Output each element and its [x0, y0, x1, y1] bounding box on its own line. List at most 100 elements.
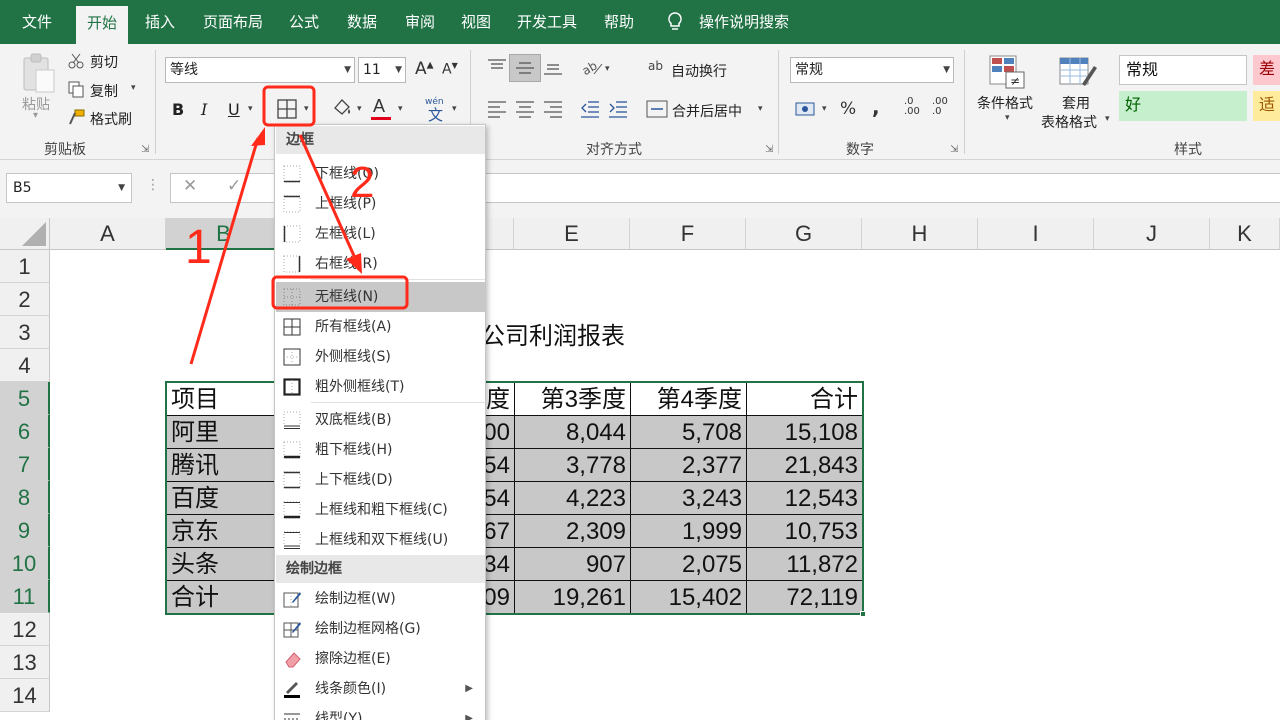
table-cell[interactable]: 腾讯: [166, 450, 282, 481]
column-header-A[interactable]: A: [50, 218, 166, 250]
fill-color-icon[interactable]: [330, 96, 352, 120]
table-cell[interactable]: 合计: [166, 582, 282, 613]
bold-button[interactable]: B: [172, 100, 184, 119]
row-header-8[interactable]: 8: [0, 481, 50, 514]
align-right-icon[interactable]: [543, 100, 563, 118]
wrap-text-button[interactable]: 自动换行: [671, 61, 727, 81]
table-cell[interactable]: 19,261: [514, 582, 630, 613]
table-cell[interactable]: 3,778: [514, 450, 630, 481]
font-size-select[interactable]: 11 ▼: [358, 57, 406, 83]
column-header-G[interactable]: G: [746, 218, 862, 250]
table-cell[interactable]: 2,377: [630, 450, 746, 481]
row-header-12[interactable]: 12: [0, 613, 50, 646]
border-dropdown-icon[interactable]: ▾: [304, 104, 309, 114]
column-header-I[interactable]: I: [978, 218, 1094, 250]
table-cell[interactable]: 4,223: [514, 483, 630, 514]
align-bottom-icon[interactable]: [543, 58, 563, 76]
row-header-9[interactable]: 9: [0, 514, 50, 547]
menu-item-all-borders[interactable]: 所有框线(A): [276, 312, 485, 342]
menu-item-draw-border-grid[interactable]: 绘制边框网格(G): [276, 614, 485, 644]
row-header-3[interactable]: 3: [0, 316, 50, 349]
menu-item-draw-border[interactable]: 绘制边框(W): [276, 584, 485, 614]
row-header-1[interactable]: 1: [0, 250, 50, 283]
table-cell[interactable]: 21,843: [746, 450, 862, 481]
menu-item-outside-borders[interactable]: 外侧框线(S): [276, 342, 485, 372]
row-header-10[interactable]: 10: [0, 547, 50, 580]
table-cell[interactable]: 10,753: [746, 516, 862, 547]
border-button-icon[interactable]: [276, 98, 298, 120]
underline-dropdown-icon[interactable]: ▾: [248, 104, 253, 114]
decrease-indent-icon[interactable]: [580, 100, 600, 118]
decrease-decimal-icon[interactable]: .00.0: [932, 97, 948, 117]
clipboard-launcher-icon[interactable]: ⇲: [141, 144, 149, 155]
table-cell[interactable]: 12,543: [746, 483, 862, 514]
table-cell[interactable]: 京东: [166, 516, 282, 547]
cancel-icon[interactable]: ✕: [183, 176, 197, 196]
row-header-4[interactable]: 4: [0, 349, 50, 382]
tab-file[interactable]: 文件: [10, 0, 64, 44]
select-all-corner[interactable]: [0, 218, 50, 250]
tab-view[interactable]: 视图: [452, 0, 500, 44]
format-as-table-label-1[interactable]: 套用: [1062, 93, 1090, 113]
table-cell[interactable]: 72,119: [746, 582, 862, 613]
copy-button[interactable]: 复制: [90, 81, 118, 101]
tab-page-layout[interactable]: 页面布局: [196, 0, 270, 44]
menu-item-top-bottom-border[interactable]: 上下框线(D): [276, 465, 485, 495]
row-header-7[interactable]: 7: [0, 448, 50, 481]
row-header-5[interactable]: 5: [0, 382, 50, 415]
menu-item-border-top[interactable]: 上框线(P): [276, 189, 485, 219]
column-header-E[interactable]: E: [514, 218, 630, 250]
menu-item-line-style[interactable]: 线型(Y) ▶: [276, 704, 485, 720]
table-cell[interactable]: 百度: [166, 483, 282, 514]
fill-color-dropdown-icon[interactable]: ▾: [357, 104, 362, 114]
table-cell[interactable]: 15,402: [630, 582, 746, 613]
number-launcher-icon[interactable]: ⇲: [950, 144, 958, 155]
menu-item-bottom-double-border[interactable]: 双底框线(B): [276, 405, 485, 435]
table-cell[interactable]: 907: [514, 549, 630, 580]
font-color-icon[interactable]: A: [373, 96, 385, 117]
table-header-cell[interactable]: 合计: [746, 384, 862, 415]
row-header-2[interactable]: 2: [0, 283, 50, 316]
tab-insert[interactable]: 插入: [136, 0, 184, 44]
tab-formulas[interactable]: 公式: [280, 0, 328, 44]
phonetic-dropdown-icon[interactable]: ▾: [452, 104, 457, 114]
orientation-dropdown-icon[interactable]: ▾: [605, 64, 610, 74]
name-box[interactable]: B5 ▼: [6, 173, 132, 203]
table-cell[interactable]: 头条: [166, 549, 282, 580]
column-header-H[interactable]: H: [862, 218, 978, 250]
enter-icon[interactable]: ✓: [227, 176, 241, 196]
menu-item-top-double-bottom-border[interactable]: 上框线和双下框线(U): [276, 525, 485, 555]
percent-button[interactable]: %: [840, 99, 856, 119]
menu-item-line-color[interactable]: 线条颜色(I) ▶: [276, 674, 485, 704]
tab-home[interactable]: 开始: [76, 6, 128, 44]
menu-item-eraser[interactable]: 擦除边框(E): [276, 644, 485, 674]
table-cell[interactable]: 11,872: [746, 549, 862, 580]
table-cell[interactable]: 2,309: [514, 516, 630, 547]
table-cell[interactable]: 3,243: [630, 483, 746, 514]
style-good[interactable]: 好: [1119, 91, 1247, 121]
orientation-icon[interactable]: ab: [580, 56, 606, 78]
row-header-13[interactable]: 13: [0, 646, 50, 679]
column-header-J[interactable]: J: [1094, 218, 1210, 250]
align-left-icon[interactable]: [487, 100, 507, 118]
increase-indent-icon[interactable]: [608, 100, 628, 118]
paste-icon[interactable]: [20, 52, 56, 94]
format-as-table-button[interactable]: 表格格式: [1041, 112, 1097, 132]
row-header-11[interactable]: 11: [0, 580, 50, 613]
merge-dropdown-icon[interactable]: ▾: [758, 104, 763, 114]
column-header-K[interactable]: K: [1210, 218, 1280, 250]
table-cell[interactable]: 阿里: [166, 417, 282, 448]
tab-developer[interactable]: 开发工具: [508, 0, 586, 44]
menu-item-thick-outside-borders[interactable]: 粗外侧框线(T): [276, 372, 485, 402]
row-header-6[interactable]: 6: [0, 415, 50, 448]
table-header-cell[interactable]: 第3季度: [514, 384, 630, 415]
menu-item-border-right[interactable]: 右框线(R): [276, 249, 485, 279]
font-color-dropdown-icon[interactable]: ▾: [398, 104, 403, 114]
style-normal[interactable]: 常规: [1119, 55, 1247, 85]
decrease-font-size-icon[interactable]: A▼: [442, 61, 458, 78]
cut-button[interactable]: 剪切: [90, 52, 118, 72]
font-name-select[interactable]: 等线 ▼: [165, 57, 355, 83]
tab-data[interactable]: 数据: [338, 0, 386, 44]
tell-me-search[interactable]: 操作说明搜索: [692, 0, 796, 44]
menu-item-top-thick-bottom-border[interactable]: 上框线和粗下框线(C): [276, 495, 485, 525]
